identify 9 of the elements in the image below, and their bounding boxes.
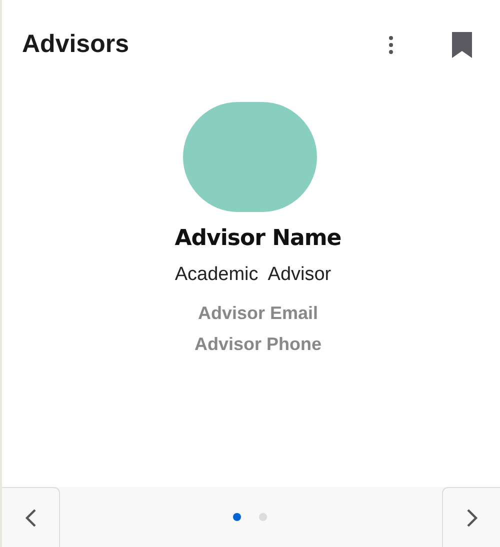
bookmark-icon[interactable] <box>452 32 472 58</box>
advisor-phone: Advisor Phone <box>194 332 322 356</box>
card-title: Advisors <box>22 29 130 60</box>
more-options-icon[interactable] <box>388 35 394 55</box>
chevron-right-icon <box>466 508 478 528</box>
chevron-left-icon <box>24 508 36 528</box>
advisor-name: Advisor Name <box>174 225 342 253</box>
advisor-email: Advisor Email <box>198 302 318 324</box>
advisor-role: Academic Advisor <box>174 263 332 287</box>
